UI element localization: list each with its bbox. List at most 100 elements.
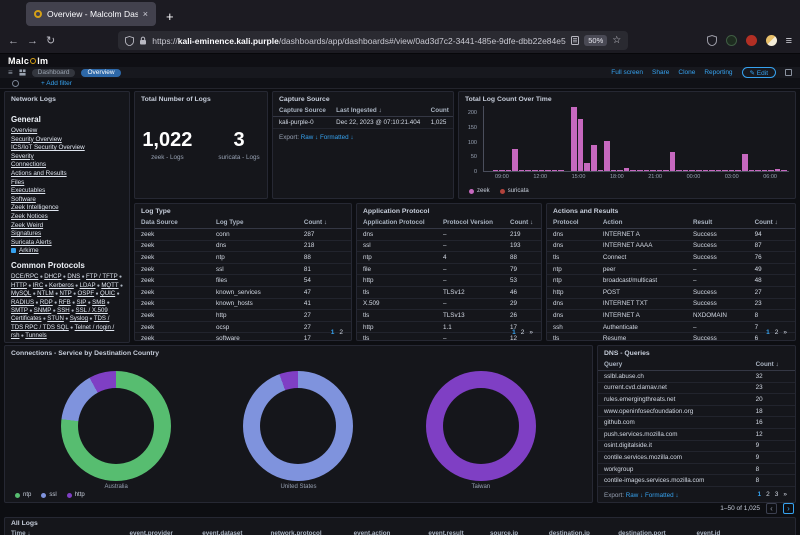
table-row[interactable]: ssl –193: [357, 240, 541, 253]
clone-link[interactable]: Clone: [678, 69, 695, 76]
table-row[interactable]: ntp peer –49: [547, 263, 795, 276]
zeek-bar[interactable]: [525, 170, 531, 171]
table-row[interactable]: http –53: [357, 274, 541, 287]
zeek-bar[interactable]: [709, 170, 715, 171]
sidebar-link[interactable]: Kerberos: [49, 282, 74, 289]
table-row[interactable]: push.services.mozilla.com 12: [598, 428, 795, 441]
sidebar-link[interactable]: Overview: [11, 127, 123, 136]
zeek-bar[interactable]: [558, 170, 564, 171]
dashboard-app-icon[interactable]: [19, 69, 26, 76]
page-button[interactable]: 2: [339, 329, 343, 336]
ublock-extension-icon[interactable]: [745, 35, 757, 46]
page-button[interactable]: 1: [331, 329, 335, 336]
table-row[interactable]: tls TLSv12 46: [357, 286, 541, 299]
zeek-bar[interactable]: [597, 170, 604, 171]
legend-item[interactable]: http: [66, 492, 85, 498]
table-row[interactable]: zeek known_services 47: [135, 286, 351, 299]
table-row[interactable]: github.com 16: [598, 416, 795, 429]
export-raw-link[interactable]: Raw ↓: [301, 134, 319, 141]
table-row[interactable]: zeek ntp 88: [135, 251, 351, 264]
column-header[interactable]: event.dataset: [196, 528, 265, 535]
sidebar-link[interactable]: Zeek Notices: [11, 213, 123, 222]
next-page-button[interactable]: ›: [783, 503, 794, 514]
page-button[interactable]: 2: [521, 329, 525, 336]
reader-view-icon[interactable]: [571, 36, 580, 45]
sidebar-link[interactable]: RDP: [40, 299, 53, 306]
table-row[interactable]: sslbl.abuse.ch 32: [598, 370, 795, 383]
zeek-bar[interactable]: [551, 170, 558, 171]
sidebar-link[interactable]: RADIUS: [11, 299, 34, 306]
sidebar-link[interactable]: Executables: [11, 187, 123, 196]
zeek-bar[interactable]: [715, 170, 722, 171]
export-raw-link[interactable]: Raw ↓: [626, 492, 644, 499]
column-header[interactable]: Time ↓: [5, 528, 124, 535]
legend-item[interactable]: ssl: [41, 492, 57, 498]
page-button[interactable]: 2: [766, 491, 770, 498]
zeek-bar[interactable]: [669, 152, 676, 171]
new-tab-button[interactable]: +: [166, 9, 174, 24]
zeek-bar[interactable]: [538, 170, 545, 171]
sidebar-link[interactable]: Zeek Intelligence: [11, 204, 123, 213]
url-bar[interactable]: https://kali-eminence.kali.purple/dashbo…: [118, 31, 629, 50]
zoom-level-badge[interactable]: 50%: [584, 35, 608, 46]
table-row[interactable]: dns INTERNET A Success 94: [547, 228, 795, 241]
donut-chart[interactable]: [243, 371, 354, 481]
zeek-bar[interactable]: [505, 170, 512, 171]
sidebar-link[interactable]: Files: [11, 179, 123, 188]
table-row[interactable]: ssh Authenticate –7: [547, 321, 795, 334]
sidebar-link[interactable]: SSH: [57, 307, 70, 314]
table-row[interactable]: zeek http 27: [135, 309, 351, 322]
zeek-bar[interactable]: [728, 170, 735, 171]
table-row[interactable]: rules.emergingthreats.net 20: [598, 393, 795, 406]
zeek-bar[interactable]: [643, 170, 650, 171]
breadcrumb-dashboard[interactable]: Dashboard: [31, 68, 76, 77]
zeek-bar[interactable]: [761, 170, 768, 171]
column-header[interactable]: Action: [596, 217, 687, 229]
column-header[interactable]: destination.port: [612, 528, 691, 535]
page-button[interactable]: »: [783, 329, 787, 336]
table-row[interactable]: file –79: [357, 263, 541, 276]
sidebar-link[interactable]: MySQL: [11, 290, 31, 297]
column-header[interactable]: source.ip: [484, 528, 543, 535]
sidebar-link[interactable]: SNMP: [34, 307, 52, 314]
table-row[interactable]: zeek software 17: [135, 332, 351, 340]
table-row[interactable]: ntp broadcast/multicast –48: [547, 274, 795, 287]
sidebar-link[interactable]: SIP: [77, 299, 87, 306]
profile-avatar[interactable]: [765, 35, 777, 46]
table-row[interactable]: zeek conn 287: [135, 228, 351, 241]
shield-icon[interactable]: [125, 35, 135, 46]
sidebar-link[interactable]: LDAP: [80, 282, 96, 289]
table-row[interactable]: zeek files 54: [135, 274, 351, 287]
table-row[interactable]: contile.services.mozilla.com 9: [598, 451, 795, 464]
table-row[interactable]: dns INTERNET A NXDOMAIN 8: [547, 309, 795, 322]
zeek-bar[interactable]: [636, 170, 643, 171]
table-row[interactable]: tls Resume Success 6: [547, 332, 795, 340]
zeek-bar[interactable]: [492, 170, 499, 171]
zeek-bar[interactable]: [682, 170, 689, 171]
zeek-bar[interactable]: [610, 170, 617, 171]
page-button[interactable]: 1: [758, 491, 762, 498]
table-row[interactable]: zeek known_hosts 41: [135, 298, 351, 311]
table-row[interactable]: ntp 4 88: [357, 251, 541, 264]
forward-button[interactable]: →: [27, 35, 38, 47]
page-button[interactable]: 1: [766, 329, 770, 336]
share-link[interactable]: Share: [652, 69, 669, 76]
export-formatted-link[interactable]: Formatted ↓: [645, 492, 679, 499]
full-screen-link[interactable]: Full screen: [611, 69, 643, 76]
column-header[interactable]: Data Source: [135, 217, 210, 229]
column-header[interactable]: event.id: [690, 528, 795, 535]
column-header[interactable]: event.action: [347, 528, 423, 535]
zeek-bar[interactable]: [676, 170, 682, 171]
column-header[interactable]: Query: [598, 359, 750, 371]
browser-tab[interactable]: Overview - Malcolm Dashboard ×: [26, 2, 156, 26]
sidebar-link[interactable]: QUIC: [100, 290, 115, 297]
zeek-bar[interactable]: [741, 153, 748, 171]
table-row[interactable]: tls TLSv13 26: [357, 309, 541, 322]
sidebar-link[interactable]: Syslog: [70, 315, 88, 322]
column-header[interactable]: event.result: [422, 528, 485, 535]
zeek-bar[interactable]: [722, 170, 728, 171]
zeek-bar[interactable]: [591, 145, 597, 171]
zeek-bar[interactable]: [512, 149, 518, 171]
sidebar-link[interactable]: SMTP: [11, 307, 28, 314]
zeek-bar[interactable]: [630, 170, 636, 171]
